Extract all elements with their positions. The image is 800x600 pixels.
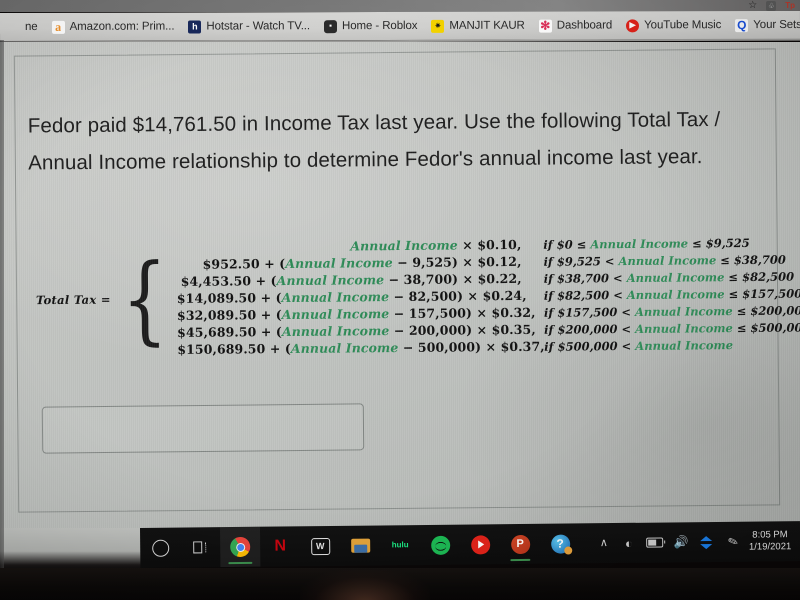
formula-expression: $32,089.50 + (Annual Income − 157,500) ×… — [176, 304, 536, 323]
formula-expression: $4,453.50 + (Annual Income − 38,700) × $… — [180, 270, 522, 289]
formula-condition: if $200,000 < Annual Income ≤ $500,000 — [544, 320, 800, 337]
bookmark-star-icon[interactable]: ☆ — [748, 1, 757, 11]
bookmark-label: Amazon.com: Prim... — [69, 20, 175, 33]
youtube-music-icon: ▶ — [626, 18, 640, 32]
hulu-icon[interactable]: hulu — [380, 525, 420, 565]
laptop-screen-photo: ☆ ♧ Tp ne a Amazon.com: Prim... h Hotsta… — [0, 0, 800, 600]
bookmark-label: MANJIT KAUR — [449, 19, 525, 32]
spotify-icon[interactable] — [420, 525, 460, 565]
formula-expression: Annual Income × $0.10, — [350, 236, 522, 254]
formula-condition: if $500,000 < Annual Income — [544, 338, 734, 354]
formula-row-list: Annual Income × $0.10, if $0 ≤ Annual Inc… — [176, 234, 800, 357]
taskbar-clock[interactable]: 8:05 PM 1/19/2021 — [746, 529, 797, 554]
bookmark-label: Home - Roblox — [341, 19, 418, 33]
formula-condition: if $82,500 < Annual Income ≤ $157,500 — [543, 286, 800, 303]
battery-icon[interactable] — [642, 522, 668, 562]
page-viewport: Fedor paid $14,761.50 in Income Tax last… — [0, 42, 800, 529]
bookmark-item-youtube-music[interactable]: ▶ YouTube Music — [619, 18, 728, 32]
bookmark-item[interactable]: ne — [0, 20, 45, 33]
wifi-icon[interactable]: ◐ — [616, 523, 642, 563]
show-hidden-icons-chevron[interactable]: ∧ — [592, 537, 616, 549]
task-view-icon[interactable] — [180, 527, 220, 567]
cortana-search-icon[interactable] — [140, 528, 180, 568]
bookmark-label: Your Sets | Quizle — [753, 18, 800, 32]
extension-icon[interactable]: ♧ — [766, 1, 777, 11]
webtoon-icon[interactable]: W — [300, 526, 340, 566]
bookmark-item-amazon[interactable]: a Amazon.com: Prim... — [45, 20, 182, 34]
formula-expression: $952.50 + (Annual Income − 9,525) × $0.1… — [202, 253, 522, 272]
piecewise-tax-formula: Total Tax = { Annual Income × $0.10, if $… — [35, 235, 800, 358]
total-tax-label: Total Tax = — [35, 292, 111, 307]
bookmark-item-quizlet[interactable]: Q Your Sets | Quizle — [728, 18, 800, 33]
bookmark-label: Dashboard — [556, 19, 613, 32]
clock-date: 1/19/2021 — [748, 541, 792, 553]
formula-expression: $14,089.50 + (Annual Income − 82,500) × … — [176, 287, 527, 306]
formula-condition: if $157,500 < Annual Income ≤ $200,000 — [543, 303, 800, 320]
roblox-icon: ▪ — [323, 19, 338, 33]
clock-time: 8:05 PM — [752, 529, 788, 541]
youtube-icon[interactable] — [460, 524, 500, 564]
bookmark-label: Hotstar - Watch TV... — [206, 20, 311, 33]
powerpoint-icon[interactable]: P — [500, 524, 540, 564]
bookmark-label: ne — [24, 20, 38, 33]
bookmark-label: YouTube Music — [644, 19, 722, 32]
formula-row: $150,689.50 + (Annual Income − 500,000) … — [177, 336, 800, 357]
chrome-icon[interactable] — [219, 526, 261, 568]
quizlet-icon: Q — [735, 18, 749, 33]
windows-taskbar: N W hulu P ? ∧ ◐ 🔊 ✎ 8:05 PM 1/19/2021 — [140, 521, 800, 568]
browser-toolbar: ☆ ♧ Tp — [0, 0, 800, 12]
bookmark-item-roblox[interactable]: ▪ Home - Roblox — [317, 19, 424, 33]
question-text: Fedor paid $14,761.50 in Income Tax last… — [27, 107, 721, 175]
netflix-icon[interactable]: N — [260, 526, 300, 566]
laptop-bottom-bezel — [0, 568, 800, 600]
formula-expression: $45,689.50 + (Annual Income − 200,000) ×… — [177, 321, 536, 340]
bookmark-item-dashboard[interactable]: ✻ Dashboard — [532, 18, 619, 33]
dashboard-icon: ✻ — [538, 18, 552, 33]
answer-input[interactable] — [41, 403, 365, 454]
bookmark-item-manjit-kaur[interactable]: ✷ MANJIT KAUR — [424, 19, 531, 33]
formula-condition: if $38,700 < Annual Income ≤ $82,500 — [543, 269, 795, 286]
extension-tp-icon[interactable]: Tp — [785, 2, 795, 10]
file-explorer-icon[interactable] — [340, 525, 380, 565]
volume-icon[interactable]: 🔊 — [668, 522, 694, 562]
formula-condition: if $9,525 < Annual Income ≤ $38,700 — [543, 252, 786, 269]
help-icon[interactable]: ? — [540, 523, 580, 563]
amazon-icon: a — [51, 20, 65, 34]
bookmarks-bar: ne a Amazon.com: Prim... h Hotstar - Wat… — [0, 10, 800, 42]
screen-left-edge — [0, 40, 4, 568]
formula-expression: $150,689.50 + (Annual Income − 500,000) … — [177, 338, 545, 357]
manjit-kaur-icon: ✷ — [431, 19, 445, 33]
cut-off-bookmark-icon — [7, 20, 20, 33]
bookmark-item-hotstar[interactable]: h Hotstar - Watch TV... — [181, 20, 317, 34]
taskbar-start-area — [0, 528, 145, 570]
formula-condition: if $0 ≤ Annual Income ≤ $9,525 — [543, 235, 750, 252]
hotstar-icon: h — [188, 20, 202, 34]
